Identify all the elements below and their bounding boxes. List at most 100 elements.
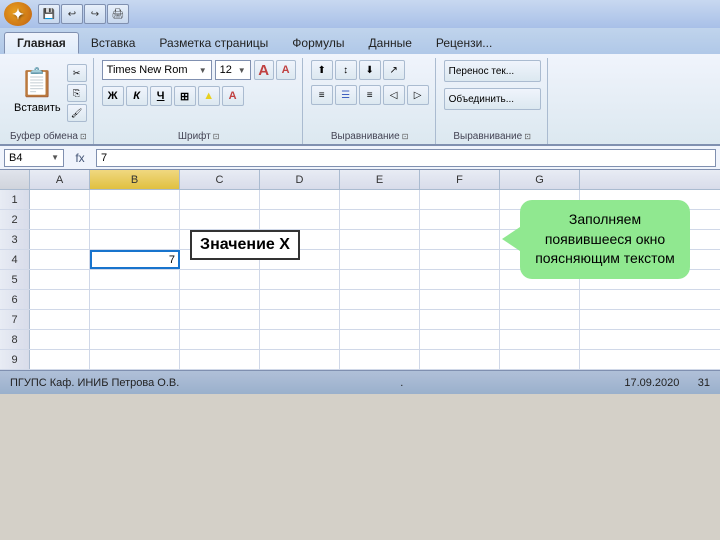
merge-cells-button[interactable]: Объединить... xyxy=(444,88,541,110)
copy-button[interactable]: ⎘ xyxy=(67,84,87,102)
indent-increase-btn[interactable]: ▷ xyxy=(407,85,429,105)
cell-b5[interactable] xyxy=(90,270,180,289)
font-name-dropdown[interactable]: Times New Rom ▼ xyxy=(102,60,212,80)
text-angle-btn[interactable]: ↗ xyxy=(383,60,405,80)
cell-e2[interactable] xyxy=(340,210,420,229)
col-header-d[interactable]: D xyxy=(260,170,340,189)
cell-f2[interactable] xyxy=(420,210,500,229)
redo-btn[interactable]: ↪ xyxy=(84,4,106,24)
cell-a7[interactable] xyxy=(30,310,90,329)
align-bottom-btn[interactable]: ⬇ xyxy=(359,60,381,80)
border-button[interactable]: ⊞ xyxy=(174,86,196,106)
office-button[interactable]: ✦ xyxy=(4,2,32,26)
wrap-text-button[interactable]: Перенос тек... xyxy=(444,60,541,82)
col-header-f[interactable]: F xyxy=(420,170,500,189)
italic-button[interactable]: К xyxy=(126,86,148,106)
font-color-button[interactable]: A xyxy=(222,86,244,106)
cell-a2[interactable] xyxy=(30,210,90,229)
cell-b6[interactable] xyxy=(90,290,180,309)
cell-e4[interactable] xyxy=(340,250,420,269)
cell-g8[interactable] xyxy=(500,330,580,349)
align-middle-btn[interactable]: ↕ xyxy=(335,60,357,80)
cell-a9[interactable] xyxy=(30,350,90,369)
cell-d6[interactable] xyxy=(260,290,340,309)
undo-btn[interactable]: ↩ xyxy=(61,4,83,24)
fill-color-button[interactable]: ▲ xyxy=(198,86,220,106)
cell-a1[interactable] xyxy=(30,190,90,209)
cell-d9[interactable] xyxy=(260,350,340,369)
align-center-btn[interactable]: ☰ xyxy=(335,85,357,105)
formula-input[interactable]: 7 xyxy=(96,149,716,167)
cell-f1[interactable] xyxy=(420,190,500,209)
cell-f7[interactable] xyxy=(420,310,500,329)
cell-a3[interactable] xyxy=(30,230,90,249)
cell-g9[interactable] xyxy=(500,350,580,369)
alignment-expand-icon[interactable]: ⊡ xyxy=(402,132,409,141)
tab-insert[interactable]: Вставка xyxy=(79,32,148,54)
cell-g6[interactable] xyxy=(500,290,580,309)
increase-font-btn[interactable]: A xyxy=(254,60,274,80)
cell-b9[interactable] xyxy=(90,350,180,369)
bold-button[interactable]: Ж xyxy=(102,86,124,106)
cell-e1[interactable] xyxy=(340,190,420,209)
cell-b1[interactable] xyxy=(90,190,180,209)
font-size-dropdown[interactable]: 12 ▼ xyxy=(215,60,251,80)
cell-e6[interactable] xyxy=(340,290,420,309)
tab-page-layout[interactable]: Разметка страницы xyxy=(147,32,280,54)
underline-button[interactable]: Ч xyxy=(150,86,172,106)
cell-a4[interactable] xyxy=(30,250,90,269)
cell-b2[interactable] xyxy=(90,210,180,229)
cell-e7[interactable] xyxy=(340,310,420,329)
cell-f8[interactable] xyxy=(420,330,500,349)
cell-g7[interactable] xyxy=(500,310,580,329)
cell-c5[interactable] xyxy=(180,270,260,289)
cell-a8[interactable] xyxy=(30,330,90,349)
tab-review[interactable]: Рецензи... xyxy=(424,32,504,54)
save-btn[interactable]: 💾 xyxy=(38,4,60,24)
cell-d5[interactable] xyxy=(260,270,340,289)
cell-f9[interactable] xyxy=(420,350,500,369)
format-painter-button[interactable]: 🖌 xyxy=(67,104,87,122)
wrap-expand-icon[interactable]: ⊡ xyxy=(524,132,531,141)
cell-d2[interactable] xyxy=(260,210,340,229)
col-header-c[interactable]: C xyxy=(180,170,260,189)
cell-e9[interactable] xyxy=(340,350,420,369)
align-right-btn[interactable]: ≡ xyxy=(359,85,381,105)
cell-e8[interactable] xyxy=(340,330,420,349)
cut-button[interactable]: ✂ xyxy=(67,64,87,82)
cell-f4[interactable] xyxy=(420,250,500,269)
tab-formulas[interactable]: Формулы xyxy=(280,32,356,54)
cell-b3[interactable] xyxy=(90,230,180,249)
cell-a6[interactable] xyxy=(30,290,90,309)
clipboard-expand-icon[interactable]: ⊡ xyxy=(80,132,87,141)
cell-c1[interactable] xyxy=(180,190,260,209)
align-top-btn[interactable]: ⬆ xyxy=(311,60,333,80)
cell-f3[interactable] xyxy=(420,230,500,249)
print-btn[interactable]: 🖨 xyxy=(107,4,129,24)
cell-e5[interactable] xyxy=(340,270,420,289)
cell-d8[interactable] xyxy=(260,330,340,349)
cell-f5[interactable] xyxy=(420,270,500,289)
align-left-btn[interactable]: ≡ xyxy=(311,85,333,105)
cell-a5[interactable] xyxy=(30,270,90,289)
cell-e3[interactable] xyxy=(340,230,420,249)
cell-f6[interactable] xyxy=(420,290,500,309)
cell-b7[interactable] xyxy=(90,310,180,329)
indent-decrease-btn[interactable]: ◁ xyxy=(383,85,405,105)
cell-d1[interactable] xyxy=(260,190,340,209)
col-header-g[interactable]: G xyxy=(500,170,580,189)
cell-reference-box[interactable]: B4 ▼ xyxy=(4,149,64,167)
paste-button[interactable]: 📋 Вставить xyxy=(10,60,65,116)
col-header-e[interactable]: E xyxy=(340,170,420,189)
cell-c9[interactable] xyxy=(180,350,260,369)
cell-c2[interactable] xyxy=(180,210,260,229)
font-expand-icon[interactable]: ⊡ xyxy=(213,132,220,141)
cell-c6[interactable] xyxy=(180,290,260,309)
cell-b4[interactable]: 7 xyxy=(90,250,180,269)
col-header-b[interactable]: B xyxy=(90,170,180,189)
tab-data[interactable]: Данные xyxy=(357,32,424,54)
tab-home[interactable]: Главная xyxy=(4,32,79,54)
cell-d7[interactable] xyxy=(260,310,340,329)
cell-c7[interactable] xyxy=(180,310,260,329)
col-header-a[interactable]: A xyxy=(30,170,90,189)
